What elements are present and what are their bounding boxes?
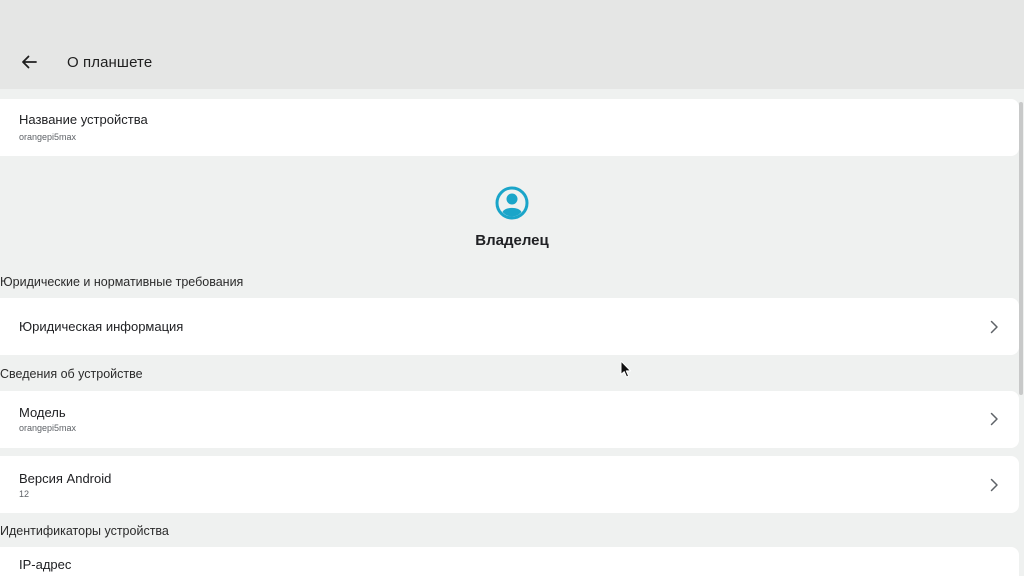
chevron-right-icon	[990, 412, 998, 426]
model-title: Модель	[19, 405, 66, 420]
ip-address-item[interactable]: IP-адрес	[0, 547, 1019, 576]
scrolled-item-remnant: -	[62, 89, 65, 94]
arrow-left-icon	[22, 55, 37, 69]
app-bar: О планшете	[0, 0, 1024, 89]
section-header-device-info: Сведения об устройстве	[0, 367, 143, 381]
legal-info-item[interactable]: Юридическая информация	[0, 298, 1019, 355]
model-item[interactable]: Модель orangepi5max	[0, 391, 1019, 448]
owner-name: Владелец	[475, 232, 549, 249]
section-header-identifiers: Идентификаторы устройства	[0, 524, 169, 538]
chevron-right-icon	[990, 478, 998, 492]
scrollbar-thumb[interactable]	[1019, 102, 1023, 395]
android-version-value: 12	[19, 489, 30, 499]
ip-address-title: IP-адрес	[19, 557, 72, 572]
model-value: orangepi5max	[19, 423, 77, 433]
back-button[interactable]	[13, 46, 45, 78]
chevron-right-icon	[990, 320, 998, 334]
android-version-item[interactable]: Версия Android 12	[0, 456, 1019, 513]
device-name-item[interactable]: Название устройства orangepi5max	[0, 99, 1019, 156]
settings-list[interactable]: - Название устройства orangepi5max Владе…	[0, 89, 1024, 576]
account-circle-icon[interactable]	[495, 186, 529, 220]
legal-info-title: Юридическая информация	[19, 319, 184, 334]
page-title: О планшете	[67, 54, 153, 71]
mouse-cursor-icon	[620, 360, 632, 378]
section-header-legal: Юридические и нормативные требования	[0, 275, 244, 289]
device-name-title: Название устройства	[19, 112, 148, 127]
android-version-title: Версия Android	[19, 471, 112, 486]
device-name-value: orangepi5max	[19, 132, 77, 142]
